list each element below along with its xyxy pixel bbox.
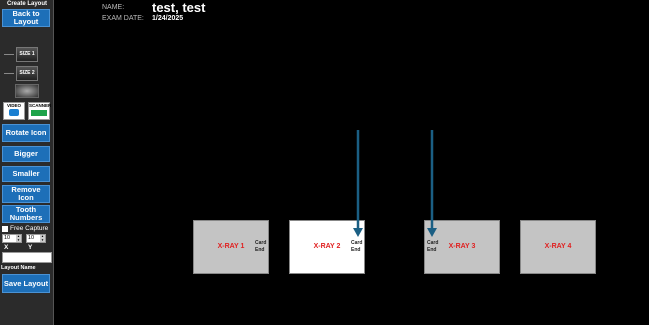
x-stepper-arrows-icon[interactable]: ▲ ▼	[16, 234, 21, 242]
size-2-chip[interactable]: SIZE 2	[16, 65, 38, 81]
x-stepper[interactable]: 10 ▲ ▼	[2, 234, 22, 243]
exam-date-label: EXAM DATE:	[102, 15, 144, 22]
x-label: X	[4, 244, 9, 251]
size-2-line	[4, 72, 14, 74]
xray-slot-4[interactable]: X-RAY 4	[520, 220, 596, 274]
size-2-option[interactable]: SIZE 2	[4, 65, 50, 81]
bigger-button[interactable]: Bigger	[2, 146, 50, 162]
exam-date-value: 1/24/2025	[152, 15, 184, 22]
tooth-numbers-button[interactable]: Tooth Numbers	[2, 205, 50, 223]
free-capture-checkbox[interactable]	[2, 225, 8, 232]
card-end-label: Card End	[255, 240, 267, 253]
y-stepper[interactable]: 10 ▲ ▼	[26, 234, 46, 243]
xray-slot-3[interactable]: X-RAY 3 Card End	[424, 220, 500, 274]
xray-thumbnail-icon[interactable]	[15, 84, 39, 98]
back-to-layout-button[interactable]: Back to Layout	[2, 9, 50, 27]
xray-slot-1[interactable]: X-RAY 1 Card End	[193, 220, 269, 274]
x-stepper-value: 10	[4, 235, 11, 241]
xray-slot-2[interactable]: X-RAY 2 Card End	[289, 220, 365, 274]
sidebar-title: Create Layout	[6, 1, 47, 7]
video-icon[interactable]: VIDEO	[3, 102, 25, 120]
free-capture-label: Free Capture	[10, 225, 49, 232]
xray-slot-label: X-RAY 4	[544, 243, 572, 250]
scanner-icon[interactable]: SCANNER	[28, 102, 52, 120]
card-end-label: Card End	[427, 240, 439, 253]
layout-name-input[interactable]	[2, 252, 52, 263]
video-label: VIDEO	[6, 103, 21, 108]
y-stepper-arrows-icon[interactable]: ▲ ▼	[40, 234, 45, 242]
free-capture-option[interactable]: Free Capture	[2, 225, 48, 232]
sidebar: Create Layout Back to Layout SIZE 1 SIZE…	[0, 0, 54, 325]
orientation-arrows	[353, 130, 437, 237]
size-1-chip[interactable]: SIZE 1	[16, 46, 38, 62]
remove-icon-button[interactable]: Remove Icon	[2, 185, 50, 203]
camera-icon	[9, 109, 19, 116]
scanner-label: SCANNER	[29, 103, 52, 108]
size-1-option[interactable]: SIZE 1	[4, 46, 50, 62]
save-layout-button[interactable]: Save Layout	[2, 274, 50, 293]
scanner-glyph-icon	[31, 110, 47, 116]
layout-name-label: Layout Name	[1, 265, 36, 271]
y-label: Y	[28, 244, 33, 251]
patient-name: test, test	[152, 0, 206, 15]
name-label: NAME:	[102, 4, 125, 11]
card-end-label: Card End	[351, 240, 363, 253]
rotate-icon-button[interactable]: Rotate Icon	[2, 124, 50, 142]
size-1-line	[4, 53, 14, 55]
y-stepper-value: 10	[28, 235, 35, 241]
smaller-button[interactable]: Smaller	[2, 166, 50, 182]
